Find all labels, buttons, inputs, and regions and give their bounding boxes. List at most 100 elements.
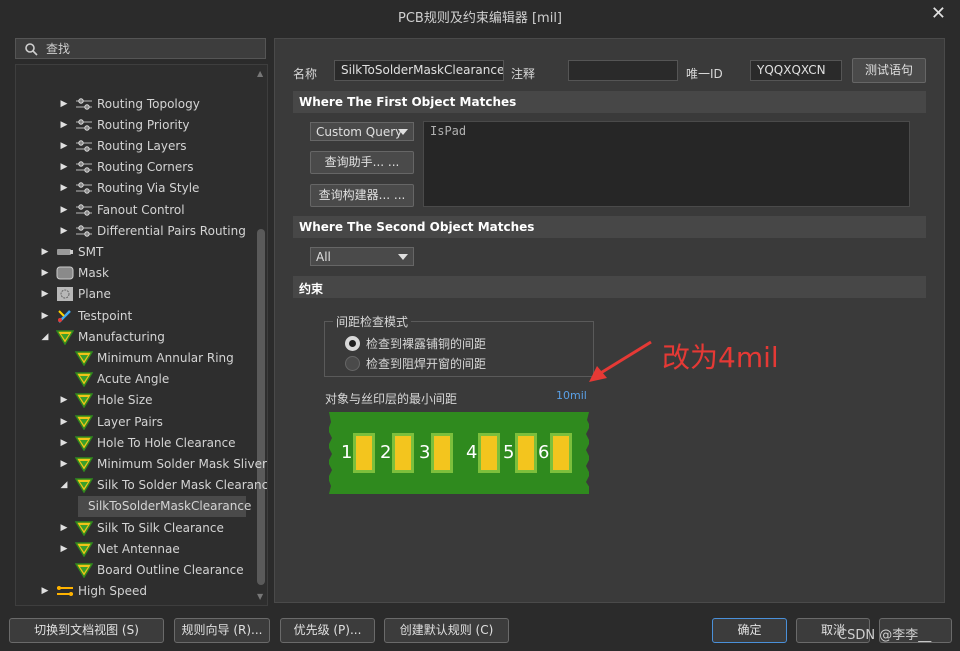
expand-arrow-icon[interactable]: ▶ <box>59 162 69 172</box>
tree-item[interactable]: ▶ Silk To Silk Clearance <box>59 517 224 538</box>
tree-item[interactable]: SilkToSolderMaskClearance <box>78 495 251 517</box>
radio-selected-icon <box>345 336 360 351</box>
tree-item[interactable]: ▶ Fanout Control <box>59 199 185 220</box>
scroll-down-icon[interactable]: ▼ <box>257 592 263 601</box>
scroll-thumb[interactable] <box>257 229 265 585</box>
radio-solder-mask-opening[interactable]: 检查到阻焊开窗的间距 <box>345 355 486 372</box>
expand-arrow-icon[interactable]: ▶ <box>40 247 50 257</box>
tree-item-label: Minimum Annular Ring <box>97 350 234 365</box>
testpoint-icon <box>58 309 71 323</box>
switch-doc-view-button[interactable]: 切换到文档视图 (S) <box>9 618 164 643</box>
manufacturing-rule-icon <box>75 372 93 388</box>
tree-item[interactable]: ▶ Routing Priority <box>59 114 190 135</box>
ok-button[interactable]: 确定 <box>712 618 787 643</box>
second-object-header: Where The Second Object Matches <box>293 216 926 238</box>
expand-arrow-icon[interactable]: ▶ <box>59 120 69 130</box>
expand-arrow-icon[interactable]: ▶ <box>40 268 50 278</box>
search-input[interactable]: 查找 <box>15 38 266 59</box>
tree-item[interactable]: ▶ Routing Layers <box>59 135 187 156</box>
expand-arrow-icon[interactable]: ▶ <box>59 544 69 554</box>
rule-editor-panel: 名称 SilkToSolderMaskClearance 注释 唯一ID YQQ… <box>274 38 945 603</box>
rule-tree[interactable]: ▲ ▼ ▶ Routing Topology ▶ Routing Priority ▶ R… <box>15 64 268 606</box>
min-clearance-value[interactable]: 10mil <box>556 389 587 402</box>
close-icon[interactable]: ✕ <box>931 3 946 24</box>
tree-item-label: Manufacturing <box>78 329 165 344</box>
unique-id-field[interactable]: YQQXQXCN <box>750 60 842 81</box>
tree-item-label: Minimum Solder Mask Sliver <box>97 456 267 471</box>
tree-item-label: Placement <box>78 605 141 606</box>
tree-item[interactable]: ▶ Layer Pairs <box>59 411 163 432</box>
test-query-button[interactable]: 测试语句 <box>852 58 926 83</box>
tree-item-label: Mask <box>78 266 109 281</box>
tree-item-label: Hole Size <box>97 393 153 408</box>
tree-item-label: Testpoint <box>78 308 133 323</box>
expand-arrow-icon[interactable]: ▶ <box>59 523 69 533</box>
tree-item[interactable]: ▶ Routing Via Style <box>59 178 200 199</box>
tree-scrollbar[interactable]: ▲ ▼ <box>257 69 265 601</box>
expand-arrow-icon[interactable]: ▶ <box>59 395 69 405</box>
name-field[interactable]: SilkToSolderMaskClearance <box>334 60 504 81</box>
expand-arrow-icon[interactable]: ▶ <box>59 459 69 469</box>
tree-item[interactable]: ▶ Net Antennae <box>59 538 180 559</box>
expand-arrow-icon[interactable]: ▶ <box>40 311 50 321</box>
query-text-area[interactable]: IsPad <box>423 121 910 207</box>
clearance-check-mode-group: 间距检查模式 检查到裸露铺铜的间距 检查到阻焊开窗的间距 <box>324 313 594 377</box>
tree-item[interactable]: ▶ Testpoint <box>40 305 133 326</box>
rule-wizard-button[interactable]: 规则向导 (R)... <box>174 618 270 643</box>
pad-row: 1 2 3 4 5 6 <box>329 412 589 494</box>
query-helper-button[interactable]: 查询助手... ... <box>310 151 414 174</box>
pad-shape <box>431 433 453 473</box>
tree-item[interactable]: ▶Placement <box>40 602 141 606</box>
create-default-rules-button[interactable]: 创建默认规则 (C) <box>384 618 509 643</box>
expand-arrow-icon[interactable]: ▶ <box>59 417 69 427</box>
high-speed-icon <box>57 586 73 597</box>
tree-item[interactable]: ▶ Mask <box>40 263 109 284</box>
tree-item[interactable]: ▶ Routing Topology <box>59 93 200 114</box>
annotation-text: 改为4mil <box>662 341 779 374</box>
tree-item-label: Routing Layers <box>97 138 187 153</box>
tree-item[interactable]: ▶ Plane <box>40 284 111 305</box>
routing-rule-icon <box>76 161 92 173</box>
tree-item[interactable]: ▶ Minimum Solder Mask Sliver <box>59 453 267 474</box>
expand-arrow-icon[interactable]: ▶ <box>59 438 69 448</box>
second-query-dropdown[interactable]: All <box>310 247 414 266</box>
expanded-arrow-icon[interactable]: ◢ <box>59 480 69 490</box>
comment-field[interactable] <box>568 60 678 81</box>
search-placeholder: 查找 <box>46 42 71 56</box>
query-builder-button[interactable]: 查询构建器... ... <box>310 184 414 207</box>
expand-arrow-icon[interactable]: ▶ <box>59 205 69 215</box>
expand-arrow-icon[interactable]: ▶ <box>59 226 69 236</box>
manufacturing-rule-icon <box>75 563 93 578</box>
placement-icon <box>56 604 74 606</box>
tree-item[interactable]: ▶ SMT <box>40 241 104 262</box>
first-query-dropdown[interactable]: Custom Query <box>310 122 414 141</box>
pad-number: 5 <box>503 442 515 463</box>
expand-arrow-icon[interactable]: ▶ <box>59 183 69 193</box>
priority-button[interactable]: 优先级 (P)... <box>280 618 375 643</box>
tree-item[interactable]: Minimum Annular Ring <box>59 347 234 368</box>
expand-arrow-icon[interactable]: ▶ <box>59 99 69 109</box>
tree-item[interactable]: ◢ Manufacturing <box>40 326 165 347</box>
scroll-up-icon[interactable]: ▲ <box>257 69 263 78</box>
expanded-arrow-icon[interactable]: ◢ <box>40 332 50 342</box>
tree-item[interactable]: Board Outline Clearance <box>59 559 244 580</box>
tree-item[interactable]: ▶ Differential Pairs Routing <box>59 220 246 241</box>
tree-item[interactable]: ▶ Hole Size <box>59 390 153 411</box>
tree-item[interactable]: ▶ Hole To Hole Clearance <box>59 432 236 453</box>
tree-item[interactable]: ◢ Silk To Solder Mask Clearance <box>59 475 267 496</box>
tree-item[interactable]: ▶ High Speed <box>40 581 147 602</box>
tree-item[interactable]: ▶ Routing Corners <box>59 157 194 178</box>
title-bar: PCB规则及约束编辑器 [mil] ✕ <box>0 0 960 30</box>
radio-exposed-copper[interactable]: 检查到裸露铺铜的间距 <box>345 335 486 352</box>
left-panel: 查找 ▲ ▼ ▶ Routing Topology ▶ Routing Priorit… <box>8 36 268 606</box>
routing-rule-icon <box>76 224 92 237</box>
pad-shape <box>478 433 500 473</box>
tree-item-label: Routing Priority <box>97 117 190 132</box>
tree-item[interactable]: Acute Angle <box>59 369 169 390</box>
tree-item-label: Net Antennae <box>97 541 180 556</box>
expand-arrow-icon[interactable]: ▶ <box>40 586 50 596</box>
expand-arrow-icon[interactable]: ▶ <box>40 289 50 299</box>
expand-arrow-icon[interactable]: ▶ <box>59 141 69 151</box>
tree-item-label: High Speed <box>78 584 148 599</box>
first-query-dropdown-value: Custom Query <box>316 125 403 139</box>
